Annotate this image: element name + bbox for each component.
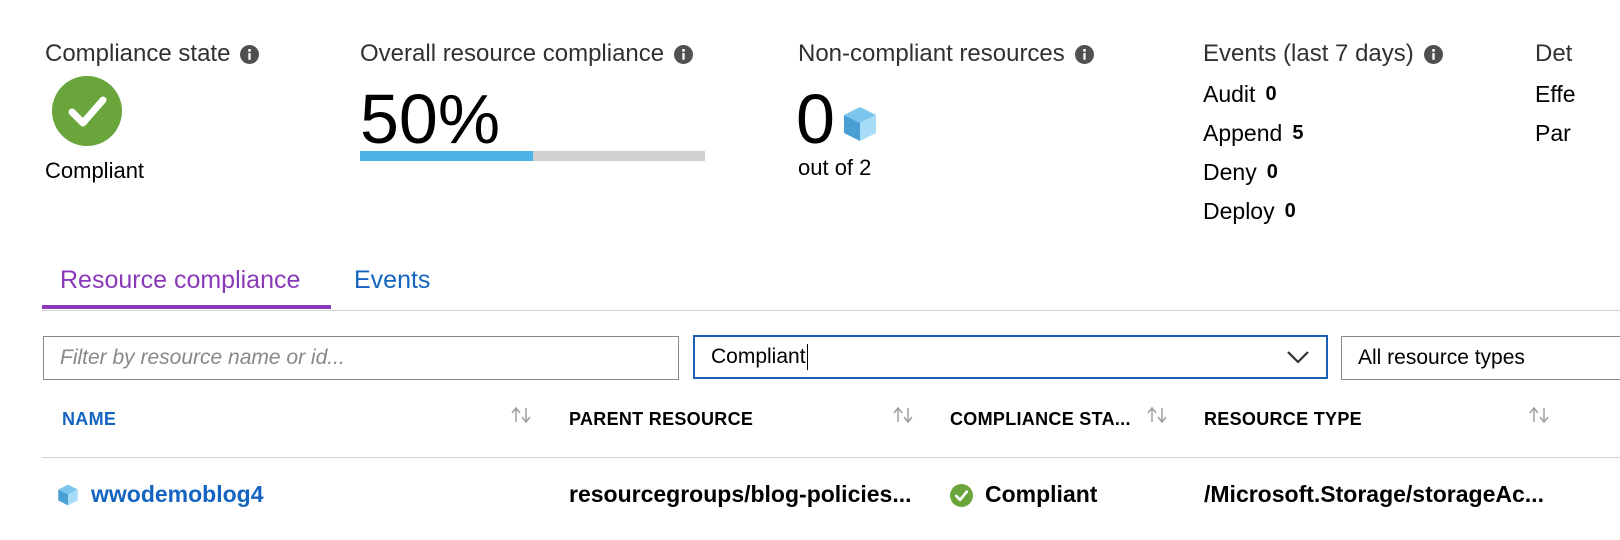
compliance-dropdown-value-wrap: Compliant	[711, 344, 809, 370]
column-header-compliance-state[interactable]: COMPLIANCE STA...	[950, 409, 1131, 430]
details-title-clipped: Det	[1535, 40, 1573, 67]
resource-name-link[interactable]: wwodemoblog4	[91, 481, 264, 508]
events-title: Events (last 7 days)	[1203, 40, 1443, 68]
event-row-audit: Audit 0	[1203, 81, 1277, 107]
non-compliant-count: 0	[796, 80, 835, 158]
tab-resource-compliance[interactable]: Resource compliance	[60, 266, 300, 295]
check-icon	[950, 484, 973, 507]
event-row-append: Append 5	[1203, 120, 1304, 146]
details-row-effect-clipped: Effe	[1535, 81, 1576, 107]
table-row[interactable]: wwodemoblog4 resourcegroups/blog-policie…	[0, 477, 1620, 515]
overall-compliance-title: Overall resource compliance	[360, 40, 694, 68]
sort-icon[interactable]	[892, 406, 914, 424]
parent-resource-cell: resourcegroups/blog-policies...	[569, 481, 912, 507]
resource-filter-input[interactable]: Filter by resource name or id...	[43, 336, 679, 380]
compliance-state-title: Compliance state	[45, 40, 260, 68]
table-header-divider	[42, 457, 1620, 458]
compliant-check-icon	[52, 76, 122, 146]
tabs-divider	[42, 310, 1620, 311]
sort-icon[interactable]	[510, 406, 532, 424]
compliance-state-dropdown[interactable]: Compliant	[693, 335, 1328, 379]
chevron-down-icon[interactable]	[1286, 350, 1310, 364]
storage-cube-icon	[844, 107, 876, 141]
column-header-resource-type[interactable]: RESOURCE TYPE	[1204, 409, 1362, 430]
info-icon[interactable]	[240, 44, 260, 64]
info-icon[interactable]	[1074, 44, 1094, 64]
non-compliant-out-of: out of 2	[798, 155, 872, 180]
compliance-progress-fill	[360, 151, 533, 161]
info-icon[interactable]	[674, 44, 694, 64]
sort-icon[interactable]	[1146, 406, 1168, 424]
events-list: Audit 0 Append 5 Deny 0 Deploy 0	[1203, 75, 1303, 231]
column-header-parent-resource[interactable]: PARENT RESOURCE	[569, 409, 753, 430]
storage-cube-icon	[58, 484, 78, 506]
compliance-state-cell: Compliant	[985, 481, 1098, 507]
resource-type-value: All resource types	[1358, 346, 1525, 369]
resource-type-cell: /Microsoft.Storage/storageAc...	[1204, 481, 1544, 507]
resource-type-dropdown[interactable]: All resource types	[1341, 336, 1620, 380]
tab-events[interactable]: Events	[354, 266, 430, 295]
text-caret	[806, 344, 809, 370]
sort-icon[interactable]	[1528, 406, 1550, 424]
event-row-deny: Deny 0	[1203, 159, 1278, 185]
non-compliant-title: Non-compliant resources	[798, 40, 1094, 68]
compliance-progress-bar	[360, 151, 705, 161]
active-tab-underline	[42, 305, 331, 309]
resource-filter-placeholder: Filter by resource name or id...	[60, 346, 345, 369]
column-header-name[interactable]: NAME	[62, 409, 116, 430]
event-row-deploy: Deploy 0	[1203, 198, 1296, 224]
compliance-dropdown-value: Compliant	[711, 345, 806, 368]
compliance-state-value: Compliant	[45, 158, 145, 183]
info-icon[interactable]	[1423, 44, 1443, 64]
details-row-parameters-clipped: Par	[1535, 120, 1571, 146]
overall-compliance-percent: 50%	[360, 80, 501, 158]
